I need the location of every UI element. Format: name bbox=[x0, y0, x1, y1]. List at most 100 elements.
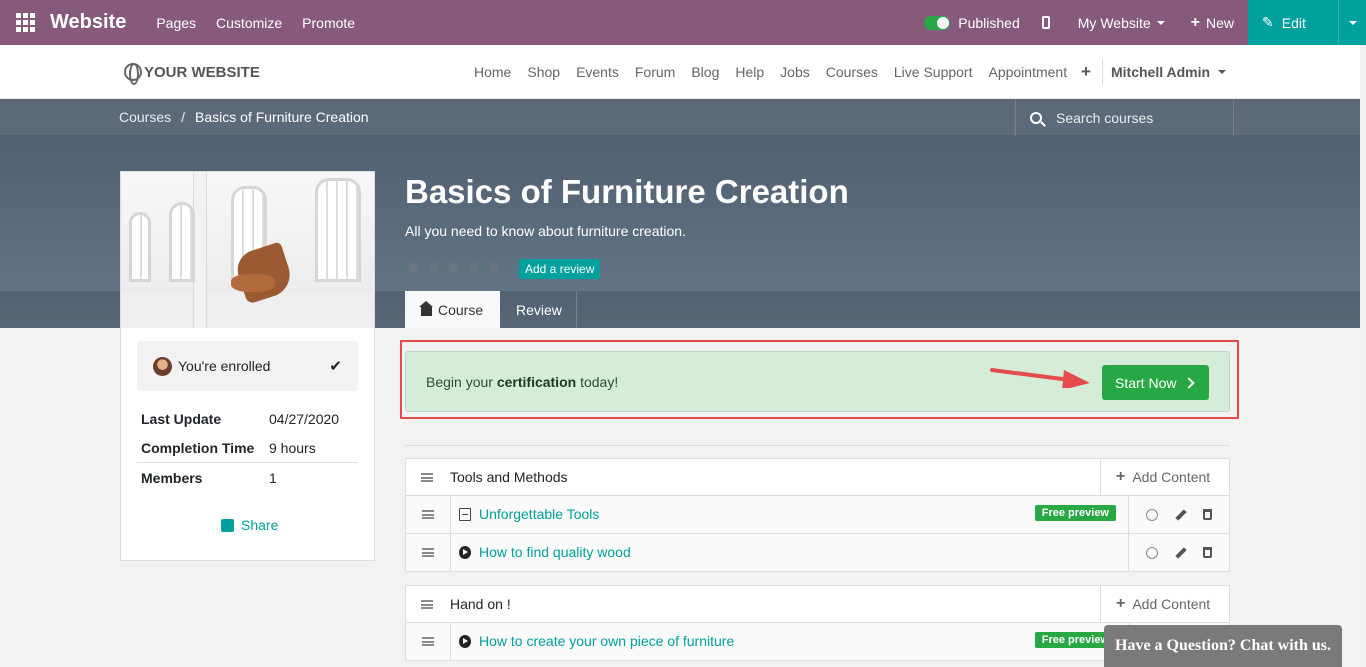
my-website-dropdown[interactable]: My Website bbox=[1078, 15, 1165, 31]
section-title[interactable]: Tools and Methods bbox=[450, 469, 568, 485]
meta-key: Completion Time bbox=[141, 439, 255, 456]
nav-home[interactable]: Home bbox=[474, 64, 511, 80]
new-label: New bbox=[1205, 14, 1234, 31]
caret-down-icon bbox=[1218, 70, 1227, 74]
logo-text: YOUR WEBSITE bbox=[144, 63, 260, 81]
nav-courses[interactable]: Courses bbox=[826, 64, 878, 80]
my-website-label: My Website bbox=[1077, 14, 1151, 31]
published-toggle[interactable]: Published bbox=[924, 15, 1020, 31]
share-icon bbox=[221, 518, 234, 532]
course-meta: Last Update 04/27/2020 Completion Time 9… bbox=[137, 404, 358, 492]
free-preview-badge: Free preview bbox=[1034, 505, 1116, 521]
nav-links: Home Shop Events Forum Blog Help Jobs Co… bbox=[474, 64, 1067, 80]
add-review-button[interactable]: Add a review bbox=[519, 259, 601, 279]
star-icon: ★ bbox=[485, 258, 503, 279]
drag-handle-icon[interactable] bbox=[421, 600, 433, 609]
nav-jobs[interactable]: Jobs bbox=[780, 64, 810, 80]
mobile-preview-icon[interactable] bbox=[1041, 16, 1050, 29]
lesson-title[interactable]: How to find quality wood bbox=[479, 544, 631, 560]
add-content-button[interactable]: + Add Content bbox=[1100, 586, 1229, 622]
add-content-label: Add Content bbox=[1132, 469, 1211, 485]
drag-handle-icon[interactable] bbox=[422, 548, 434, 557]
menu-promote[interactable]: Promote bbox=[302, 15, 355, 31]
star-icon: ★ bbox=[465, 258, 483, 279]
enrolled-status: You're enrolled ✔ bbox=[137, 341, 358, 391]
scrollbar[interactable] bbox=[1360, 45, 1366, 667]
plus-icon: + bbox=[1190, 13, 1200, 31]
lesson-title[interactable]: How to create your own piece of furnitur… bbox=[479, 633, 734, 649]
caret-down-icon bbox=[1348, 20, 1357, 25]
app-name[interactable]: Website bbox=[50, 11, 126, 34]
breadcrumb-current: Basics of Furniture Creation bbox=[195, 109, 369, 125]
nav-forum[interactable]: Forum bbox=[635, 64, 675, 80]
user-menu[interactable]: Mitchell Admin bbox=[1111, 64, 1227, 80]
new-button[interactable]: + New bbox=[1191, 14, 1234, 32]
tab-review[interactable]: Review bbox=[500, 291, 577, 328]
apps-menu-icon[interactable] bbox=[0, 13, 50, 32]
star-icon: ★ bbox=[425, 258, 443, 279]
add-page-plus-icon[interactable]: + bbox=[1081, 62, 1091, 82]
tab-course[interactable]: Course bbox=[405, 291, 500, 328]
lesson-title[interactable]: Unforgettable Tools bbox=[479, 506, 599, 522]
share-label: Share bbox=[241, 517, 279, 533]
play-icon bbox=[459, 635, 471, 648]
meta-row: Last Update 04/27/2020 bbox=[137, 404, 358, 433]
search-courses-input[interactable]: Search courses bbox=[1015, 99, 1234, 136]
meta-row: Completion Time 9 hours bbox=[137, 433, 358, 462]
nav-live-support[interactable]: Live Support bbox=[894, 64, 973, 80]
tab-course-label: Course bbox=[438, 301, 484, 318]
start-now-button[interactable]: Start Now bbox=[1102, 365, 1209, 400]
meta-key: Members bbox=[141, 469, 203, 486]
lesson-row: Unforgettable Tools Free preview bbox=[405, 496, 1230, 534]
edit-label: Edit bbox=[1281, 14, 1306, 31]
user-name: Mitchell Admin bbox=[1111, 64, 1211, 80]
breadcrumb: Courses / Basics of Furniture Creation bbox=[119, 109, 369, 125]
search-icon[interactable] bbox=[1030, 111, 1042, 124]
admin-menu: Pages Customize Promote bbox=[156, 15, 355, 31]
course-cover-image bbox=[121, 172, 374, 328]
edit-dropdown-toggle[interactable] bbox=[1338, 0, 1366, 45]
nav-appointment[interactable]: Appointment bbox=[988, 64, 1067, 80]
search-placeholder: Search courses bbox=[1056, 109, 1154, 126]
breadcrumb-courses[interactable]: Courses bbox=[119, 109, 171, 125]
pencil-icon: ✎ bbox=[1262, 14, 1274, 30]
menu-pages[interactable]: Pages bbox=[156, 15, 196, 31]
live-chat-button[interactable]: Have a Question? Chat with us. bbox=[1104, 625, 1342, 667]
edit-button[interactable]: ✎ Edit bbox=[1248, 0, 1366, 45]
nav-blog[interactable]: Blog bbox=[691, 64, 719, 80]
menu-customize[interactable]: Customize bbox=[216, 15, 282, 31]
globe-icon bbox=[124, 63, 142, 85]
meta-key: Last Update bbox=[141, 410, 222, 427]
nav-shop[interactable]: Shop bbox=[527, 64, 560, 80]
nav-divider bbox=[1102, 59, 1103, 85]
pencil-icon[interactable] bbox=[1174, 508, 1187, 521]
lesson-actions bbox=[1128, 496, 1229, 533]
chevron-right-icon bbox=[1183, 376, 1196, 389]
trash-icon[interactable] bbox=[1203, 547, 1213, 558]
nav-events[interactable]: Events bbox=[576, 64, 619, 80]
meta-value: 9 hours bbox=[269, 439, 316, 456]
nav-help[interactable]: Help bbox=[735, 64, 764, 80]
course-subtitle: All you need to know about furniture cre… bbox=[405, 223, 686, 239]
trash-icon[interactable] bbox=[1203, 509, 1213, 520]
pencil-icon[interactable] bbox=[1174, 546, 1187, 559]
drag-handle-icon[interactable] bbox=[422, 510, 434, 519]
site-logo[interactable]: YOUR WEBSITE bbox=[124, 63, 260, 85]
home-icon bbox=[419, 300, 433, 316]
star-icon: ★ bbox=[405, 258, 423, 279]
start-now-label: Start Now bbox=[1115, 374, 1177, 391]
site-navbar: YOUR WEBSITE Home Shop Events Forum Blog… bbox=[0, 45, 1366, 99]
play-icon bbox=[459, 546, 471, 559]
circle-icon[interactable] bbox=[1145, 508, 1158, 521]
add-content-button[interactable]: + Add Content bbox=[1100, 459, 1229, 495]
drag-handle-icon[interactable] bbox=[421, 473, 433, 482]
meta-row: Members 1 bbox=[137, 462, 358, 492]
tab-review-label: Review bbox=[516, 301, 562, 318]
circle-icon[interactable] bbox=[1145, 546, 1158, 559]
drag-handle-icon[interactable] bbox=[422, 637, 434, 646]
published-label: Published bbox=[958, 14, 1020, 31]
toggle-switch-icon[interactable] bbox=[924, 15, 951, 30]
share-link[interactable]: Share bbox=[221, 517, 278, 533]
section-title[interactable]: Hand on ! bbox=[450, 596, 511, 612]
lesson-actions bbox=[1128, 534, 1229, 571]
